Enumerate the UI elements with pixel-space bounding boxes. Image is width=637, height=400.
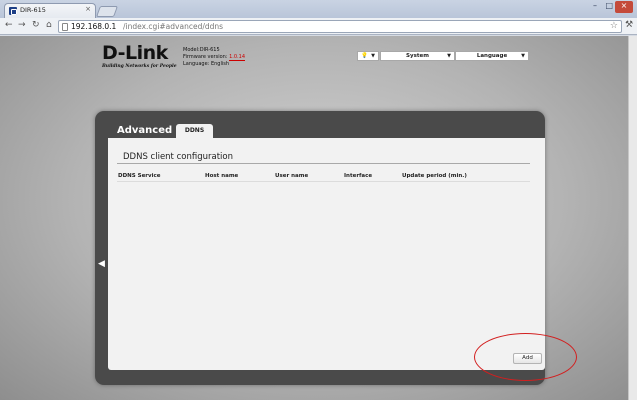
vertical-scrollbar[interactable] [628,36,637,400]
brand-tagline: Building Networks for People [102,64,177,69]
address-bar[interactable]: 192.168.0.1 /index.cgi#advanced/ddns ☆ [58,20,622,33]
dlink-logo: D-Link Building Networks for People [102,42,177,70]
column-header-ddns-service: DDNS Service [118,173,161,179]
home-icon[interactable]: ⌂ [46,20,52,30]
model-text: Model:DIR-615 [183,47,220,53]
url-path: /index.cgi#advanced/ddns [123,22,224,31]
chevron-down-icon: ▼ [371,53,375,59]
brand-name: D-Link [102,42,168,64]
firmware-label: Firmware version: [183,54,228,60]
minimize-icon[interactable]: – [593,1,597,13]
tab-close-icon[interactable]: × [85,5,91,13]
browser-titlebar: DIR-615 × – □ × [0,0,637,18]
language-menu-label: Language [476,53,508,59]
language-menu[interactable]: Language ▼ [455,51,529,61]
new-tab-button[interactable] [95,6,119,17]
section-title: DDNS client configuration [123,152,233,162]
tab-title: DIR-615 [20,6,46,14]
back-nav-icon[interactable]: ◀ [98,259,105,269]
bookmark-star-icon[interactable]: ☆ [610,21,618,31]
chevron-down-icon: ▼ [521,53,525,59]
section-divider [117,163,530,164]
firmware-version[interactable]: 1.0.14 [229,54,246,61]
wrench-menu-icon[interactable]: ⚒ [625,20,633,30]
firmware-line: Firmware version: 1.0.14 [183,54,246,61]
device-info: Model:DIR-615 Firmware version: 1.0.14 L… [183,47,246,68]
forward-arrow-icon[interactable]: → [18,20,26,30]
column-header-update-period: Update period (min.) [402,173,467,179]
bulb-icon: 💡 [361,53,368,59]
dlink-favicon-icon [9,7,17,15]
browser-toolbar: ← → ↻ ⌂ 192.168.0.1 /index.cgi#advanced/… [0,18,637,35]
window-close-icon[interactable]: × [615,1,633,13]
panel-title[interactable]: Advanced » [117,125,182,136]
highlight-annotation-ellipse [474,333,577,381]
page-icon [62,23,68,31]
table-header-divider [117,181,530,182]
back-arrow-icon[interactable]: ← [5,20,13,30]
url-host: 192.168.0.1 [71,22,117,31]
panel-content [108,138,545,370]
language-info: Language: English [183,61,230,67]
maximize-icon[interactable]: □ [605,1,613,13]
system-menu-label: System [406,53,429,59]
reload-icon[interactable]: ↻ [32,20,40,30]
notifications-dropdown[interactable]: 💡 ▼ [357,51,379,61]
system-menu[interactable]: System ▼ [380,51,455,61]
column-header-host-name: Host name [205,173,239,179]
chevron-down-icon: ▼ [447,53,451,59]
column-header-interface: Interface [344,173,373,179]
column-header-user-name: User name [275,173,309,179]
tab-ddns[interactable]: DDNS [176,124,213,138]
browser-tab[interactable]: DIR-615 × [4,3,96,18]
